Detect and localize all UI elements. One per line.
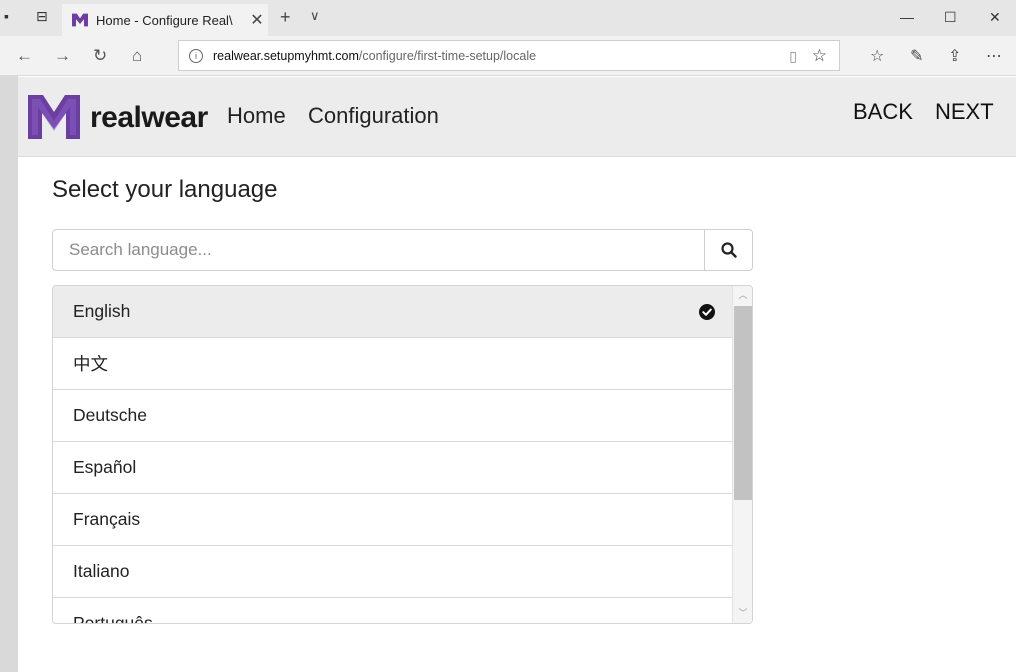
tab-title: Home - Configure Real\: [96, 12, 233, 28]
maximize-icon[interactable]: ☐: [944, 9, 957, 26]
language-item-chinese[interactable]: 中文: [53, 338, 733, 390]
scrollbar-thumb[interactable]: [734, 306, 752, 500]
site-info-icon[interactable]: i: [189, 48, 203, 63]
window-menu-icon[interactable]: ▪: [4, 8, 9, 24]
site-header: realwear Home Configuration BACK NEXT: [18, 77, 1016, 157]
nav-home-link[interactable]: Home: [227, 103, 286, 129]
url-field[interactable]: i realwear.setupmyhmt.com/configure/firs…: [178, 40, 840, 71]
brand-name: realwear: [90, 101, 208, 134]
home-icon[interactable]: ⌂: [132, 46, 142, 66]
scroll-up-icon[interactable]: ︿: [733, 288, 752, 301]
language-label: Français: [73, 509, 141, 529]
language-label: Italiano: [73, 561, 130, 581]
back-button[interactable]: BACK: [853, 99, 913, 125]
language-item-french[interactable]: Français: [53, 494, 733, 546]
language-label: English: [73, 301, 131, 321]
realwear-logo-icon[interactable]: [28, 95, 80, 139]
realwear-favicon-icon: [72, 13, 88, 27]
reading-view-icon[interactable]: ▯: [789, 48, 797, 65]
language-label: Español: [73, 457, 137, 477]
language-item-portuguese[interactable]: Português: [53, 598, 733, 624]
nav-configuration-link[interactable]: Configuration: [308, 103, 439, 129]
language-item-german[interactable]: Deutsche: [53, 390, 733, 442]
pen-icon[interactable]: ✎: [910, 46, 923, 66]
tab-close-icon[interactable]: ✕: [246, 10, 268, 30]
language-list: English 中文 Deutsche Español Français Ita…: [52, 285, 753, 624]
url-domain: realwear.setupmyhmt.com: [213, 48, 359, 63]
language-item-english[interactable]: English: [53, 286, 733, 338]
browser-tab[interactable]: Home - Configure Real\ ✕: [62, 4, 268, 36]
language-label: Português: [73, 613, 153, 624]
page-title: Select your language: [52, 176, 278, 203]
favorites-list-icon[interactable]: ☆: [870, 46, 884, 66]
search-button[interactable]: [704, 230, 752, 270]
tab-list-chevron-icon[interactable]: ∨: [310, 8, 320, 24]
next-button[interactable]: NEXT: [935, 99, 994, 125]
new-tab-icon[interactable]: +: [280, 7, 291, 28]
minimize-icon[interactable]: —: [900, 9, 914, 25]
scroll-down-icon[interactable]: ﹀: [733, 606, 752, 619]
tab-preview-icon[interactable]: ⊟: [36, 8, 48, 25]
language-label: 中文: [73, 354, 108, 374]
back-arrow-icon[interactable]: ←: [16, 46, 33, 66]
forward-arrow-icon[interactable]: →: [54, 46, 71, 66]
language-item-italian[interactable]: Italiano: [53, 546, 733, 598]
url-path: /configure/first-time-setup/locale: [358, 48, 537, 63]
search-icon: [720, 242, 737, 258]
browser-tab-bar: ▪ ⊟ Home - Configure Real\ ✕ + ∨ — ☐ ✕: [0, 0, 1016, 36]
address-bar-row: ← → ↻ ⌂ i realwear.setupmyhmt.com/config…: [0, 36, 1016, 76]
close-window-icon[interactable]: ✕: [989, 9, 1001, 26]
share-icon[interactable]: ⇪: [948, 46, 961, 66]
language-item-spanish[interactable]: Español: [53, 442, 733, 494]
checkmark-circle-icon: [699, 304, 715, 320]
refresh-icon[interactable]: ↻: [93, 46, 107, 66]
search-input[interactable]: [53, 230, 704, 270]
more-options-icon[interactable]: ⋯: [986, 46, 1002, 66]
favorite-star-icon[interactable]: ☆: [812, 46, 827, 66]
language-search: [52, 229, 753, 271]
list-scrollbar[interactable]: ︿ ﹀: [732, 286, 752, 623]
language-label: Deutsche: [73, 405, 147, 425]
window-edge: [0, 0, 18, 672]
